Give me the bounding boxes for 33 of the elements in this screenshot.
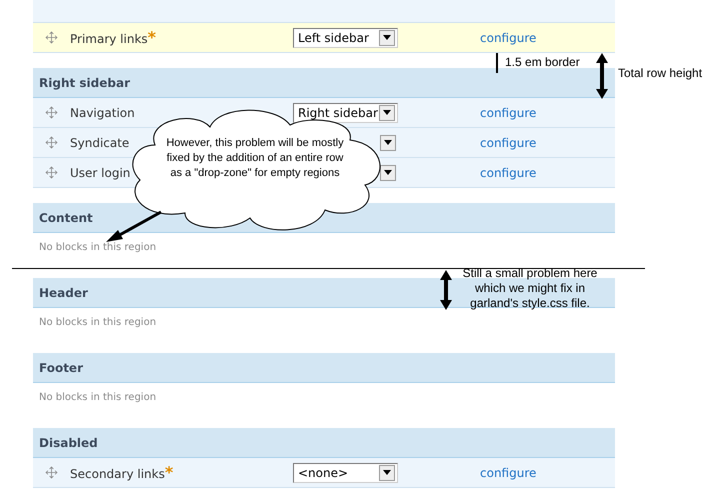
region-header: Footer — [33, 353, 615, 383]
configure-link[interactable]: configure — [480, 30, 536, 44]
region-header: Disabled — [33, 428, 615, 458]
border-marker-line — [496, 53, 498, 73]
pointer-arrow — [106, 211, 162, 243]
empty-region-message: No blocks in this region — [38, 392, 156, 403]
required-mark: * — [164, 463, 174, 482]
region-header: Right sidebar — [33, 68, 615, 98]
configure-link[interactable]: configure — [480, 106, 536, 120]
region-select[interactable]: <none> — [293, 462, 398, 482]
double-arrow — [596, 53, 608, 99]
annotation-text: Still a small problem here which we might fix in garland's style.css file. — [462, 266, 598, 311]
empty-region-message: No blocks in this region — [38, 317, 156, 328]
region-select[interactable]: Left sidebar — [293, 28, 398, 48]
annotation-text: 1.5 em border — [505, 55, 580, 69]
configure-link[interactable]: configure — [480, 466, 536, 480]
double-arrow — [440, 270, 452, 310]
required-mark: * — [148, 28, 156, 47]
block-name: Primary links — [70, 32, 148, 46]
callout-text: However, this problem will be mostly fixed by the addition of an entire row as a "drop-zone" for empty regions — [165, 136, 345, 181]
dropdown-button[interactable] — [380, 134, 396, 150]
configure-link[interactable]: configure — [480, 166, 536, 180]
caret-icon — [384, 140, 392, 145]
region-select[interactable]: Right sidebar — [293, 102, 398, 122]
block-name: Navigation — [70, 106, 135, 120]
block-name: Syndicate — [70, 136, 130, 150]
dropdown-button[interactable] — [380, 164, 396, 180]
empty-region-message: No blocks in this region — [38, 242, 156, 253]
configure-link[interactable]: configure — [480, 136, 536, 150]
block-name: User login — [70, 166, 130, 180]
annotation-text: Total row height — [618, 66, 702, 80]
caret-icon — [384, 170, 392, 175]
block-name: Secondary links — [70, 467, 165, 481]
